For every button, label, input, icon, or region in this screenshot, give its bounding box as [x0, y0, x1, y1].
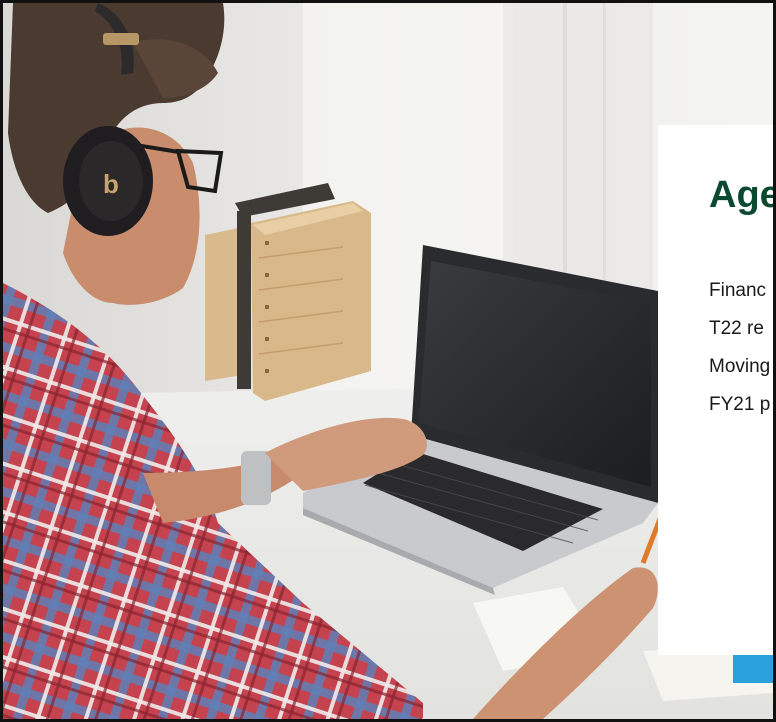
slide: b Age Financ T22 re Moving FY21 p: [0, 0, 776, 722]
agenda-item: Financ: [709, 280, 767, 301]
agenda-item: FY21 p: [709, 394, 771, 415]
agenda-item: T22 re: [709, 318, 764, 339]
svg-text:b: b: [103, 169, 119, 199]
agenda-list: Financ T22 re Moving FY21 p: [709, 280, 770, 432]
agenda-title: Age: [709, 174, 776, 216]
agenda-card: Age Financ T22 re Moving FY21 p: [658, 125, 776, 655]
agenda-item: Moving: [709, 356, 771, 377]
